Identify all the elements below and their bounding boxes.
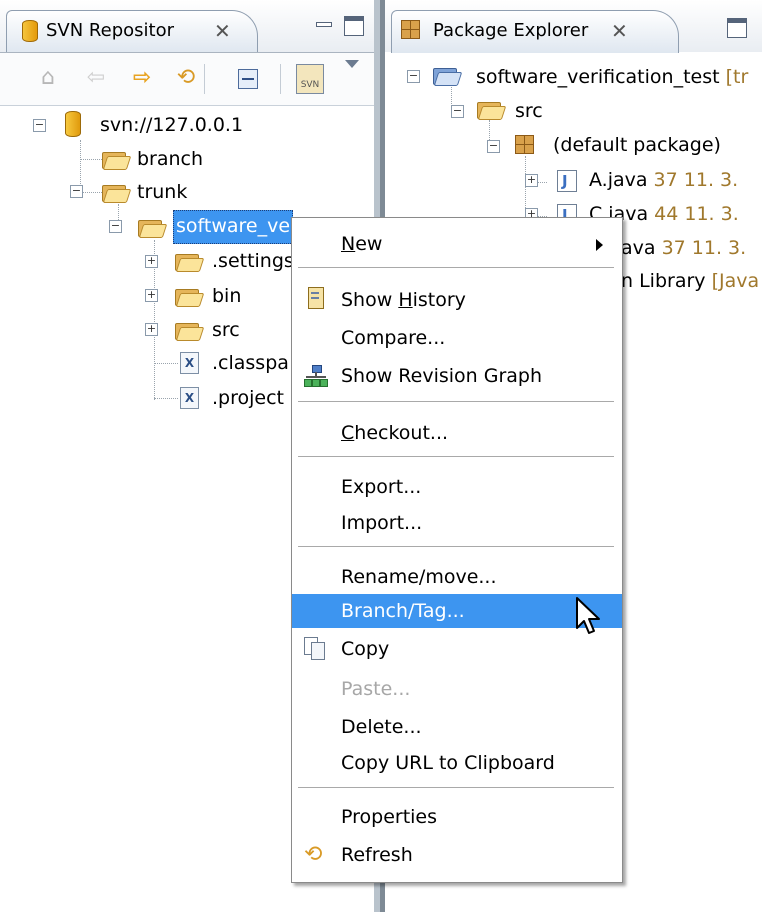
svn-import-icon[interactable]: SVN [296, 64, 324, 94]
home-icon[interactable]: ⌂ [34, 64, 62, 92]
tree-item-project-file[interactable]: .project [212, 383, 284, 413]
menu-separator [298, 456, 614, 458]
tree-item-java-file[interactable]: A.java 37 11. 3. [589, 165, 738, 195]
folder-icon [175, 287, 205, 307]
collapse-toggle[interactable]: − [407, 70, 420, 83]
menu-separator [298, 267, 614, 269]
refresh-icon: ⟲ [304, 842, 323, 867]
tree-item-java-project[interactable]: software_verification_test [tr [476, 62, 748, 92]
xml-file-icon: X [180, 352, 199, 374]
source-folder-icon [477, 100, 507, 120]
refresh-icon[interactable]: ⟲ [172, 64, 200, 92]
toolbar-separator [204, 64, 205, 94]
view-menu-icon[interactable] [345, 60, 359, 68]
menu-item-copy-url[interactable]: Copy URL to Clipboard [292, 746, 622, 780]
package-icon [515, 135, 535, 155]
collapse-toggle[interactable]: − [70, 185, 83, 198]
tree-item-classpath[interactable]: .classpa [212, 348, 289, 378]
minimize-view-icon[interactable] [314, 18, 332, 32]
expand-toggle[interactable]: + [145, 255, 158, 268]
menu-item-refresh[interactable]: ⟲ Refresh [292, 838, 622, 872]
tree-item-settings[interactable]: .settings [212, 246, 294, 276]
menu-item-new[interactable]: New [292, 227, 622, 261]
expand-toggle[interactable]: + [525, 174, 538, 187]
maximize-view-icon[interactable] [344, 16, 364, 36]
menu-item-show-revision-graph[interactable]: Show Revision Graph [292, 359, 622, 393]
tree-item-branch[interactable]: branch [137, 144, 203, 174]
close-icon[interactable]: ✕ [611, 19, 628, 43]
folder-icon [102, 150, 132, 170]
collapse-toggle[interactable]: − [33, 119, 46, 132]
tree-item-src[interactable]: src [212, 315, 240, 345]
menu-item-show-history[interactable]: Show History [292, 283, 622, 317]
menu-item-compare[interactable]: Compare... [292, 321, 622, 355]
tab-package-explorer-label: Package Explorer [433, 20, 589, 41]
tree-item-jre-library[interactable]: n Library [Java [621, 266, 759, 296]
tab-svn-label: SVN Repositor [46, 20, 174, 41]
package-explorer-icon [401, 20, 421, 40]
history-icon [304, 287, 328, 311]
menu-item-paste[interactable]: Paste... [292, 672, 622, 706]
java-file-icon [557, 170, 577, 192]
menu-item-delete[interactable]: Delete... [292, 710, 622, 744]
menu-separator [298, 787, 614, 789]
menu-item-branch-tag[interactable]: Branch/Tag... [292, 594, 622, 628]
menu-item-export[interactable]: Export... [292, 470, 622, 504]
tree-item-bin[interactable]: bin [212, 281, 241, 311]
toolbar-separator [280, 64, 281, 94]
svn-repository-icon [20, 20, 38, 42]
copy-icon [304, 637, 328, 661]
folder-icon [175, 321, 205, 341]
menu-item-properties[interactable]: Properties [292, 800, 622, 834]
menu-item-import[interactable]: Import... [292, 506, 622, 540]
menu-separator [298, 546, 614, 548]
menu-separator [298, 401, 614, 403]
collapse-toggle[interactable]: − [487, 140, 500, 153]
submenu-arrow-icon [596, 239, 603, 251]
tree-item-src[interactable]: src [515, 96, 543, 126]
folder-icon [102, 183, 132, 203]
xml-file-icon: X [180, 387, 199, 409]
collapse-toggle[interactable]: − [109, 220, 122, 233]
menu-item-copy[interactable]: Copy [292, 632, 622, 666]
java-project-icon [433, 66, 463, 86]
tree-item-repository[interactable]: svn://127.0.0.1 [100, 110, 243, 140]
mouse-cursor-icon [576, 597, 600, 634]
menu-item-rename-move[interactable]: Rename/move... [292, 560, 622, 594]
context-menu: New Show History Compare... Show Revisio… [291, 217, 623, 883]
expand-toggle[interactable]: + [145, 289, 158, 302]
tree-item-trunk[interactable]: trunk [137, 177, 187, 207]
collapse-toggle[interactable]: − [451, 105, 464, 118]
folder-icon [175, 252, 205, 272]
revision-graph-icon [304, 365, 328, 389]
menu-item-checkout[interactable]: Checkout... [292, 416, 622, 450]
maximize-view-icon[interactable] [727, 18, 747, 38]
tree-item-default-package[interactable]: (default package) [553, 130, 721, 160]
expand-toggle[interactable]: + [145, 323, 158, 336]
collapse-all-icon[interactable] [238, 69, 258, 89]
back-arrow-icon[interactable]: ⇦ [82, 64, 110, 92]
forward-arrow-icon[interactable]: ⇨ [128, 64, 156, 92]
repository-icon [65, 111, 81, 137]
tree-item-java-file[interactable]: ava 37 11. 3. [621, 233, 746, 263]
folder-icon [138, 218, 168, 238]
close-icon[interactable]: ✕ [214, 19, 231, 43]
tree-item-project[interactable]: software_ve [176, 211, 290, 241]
